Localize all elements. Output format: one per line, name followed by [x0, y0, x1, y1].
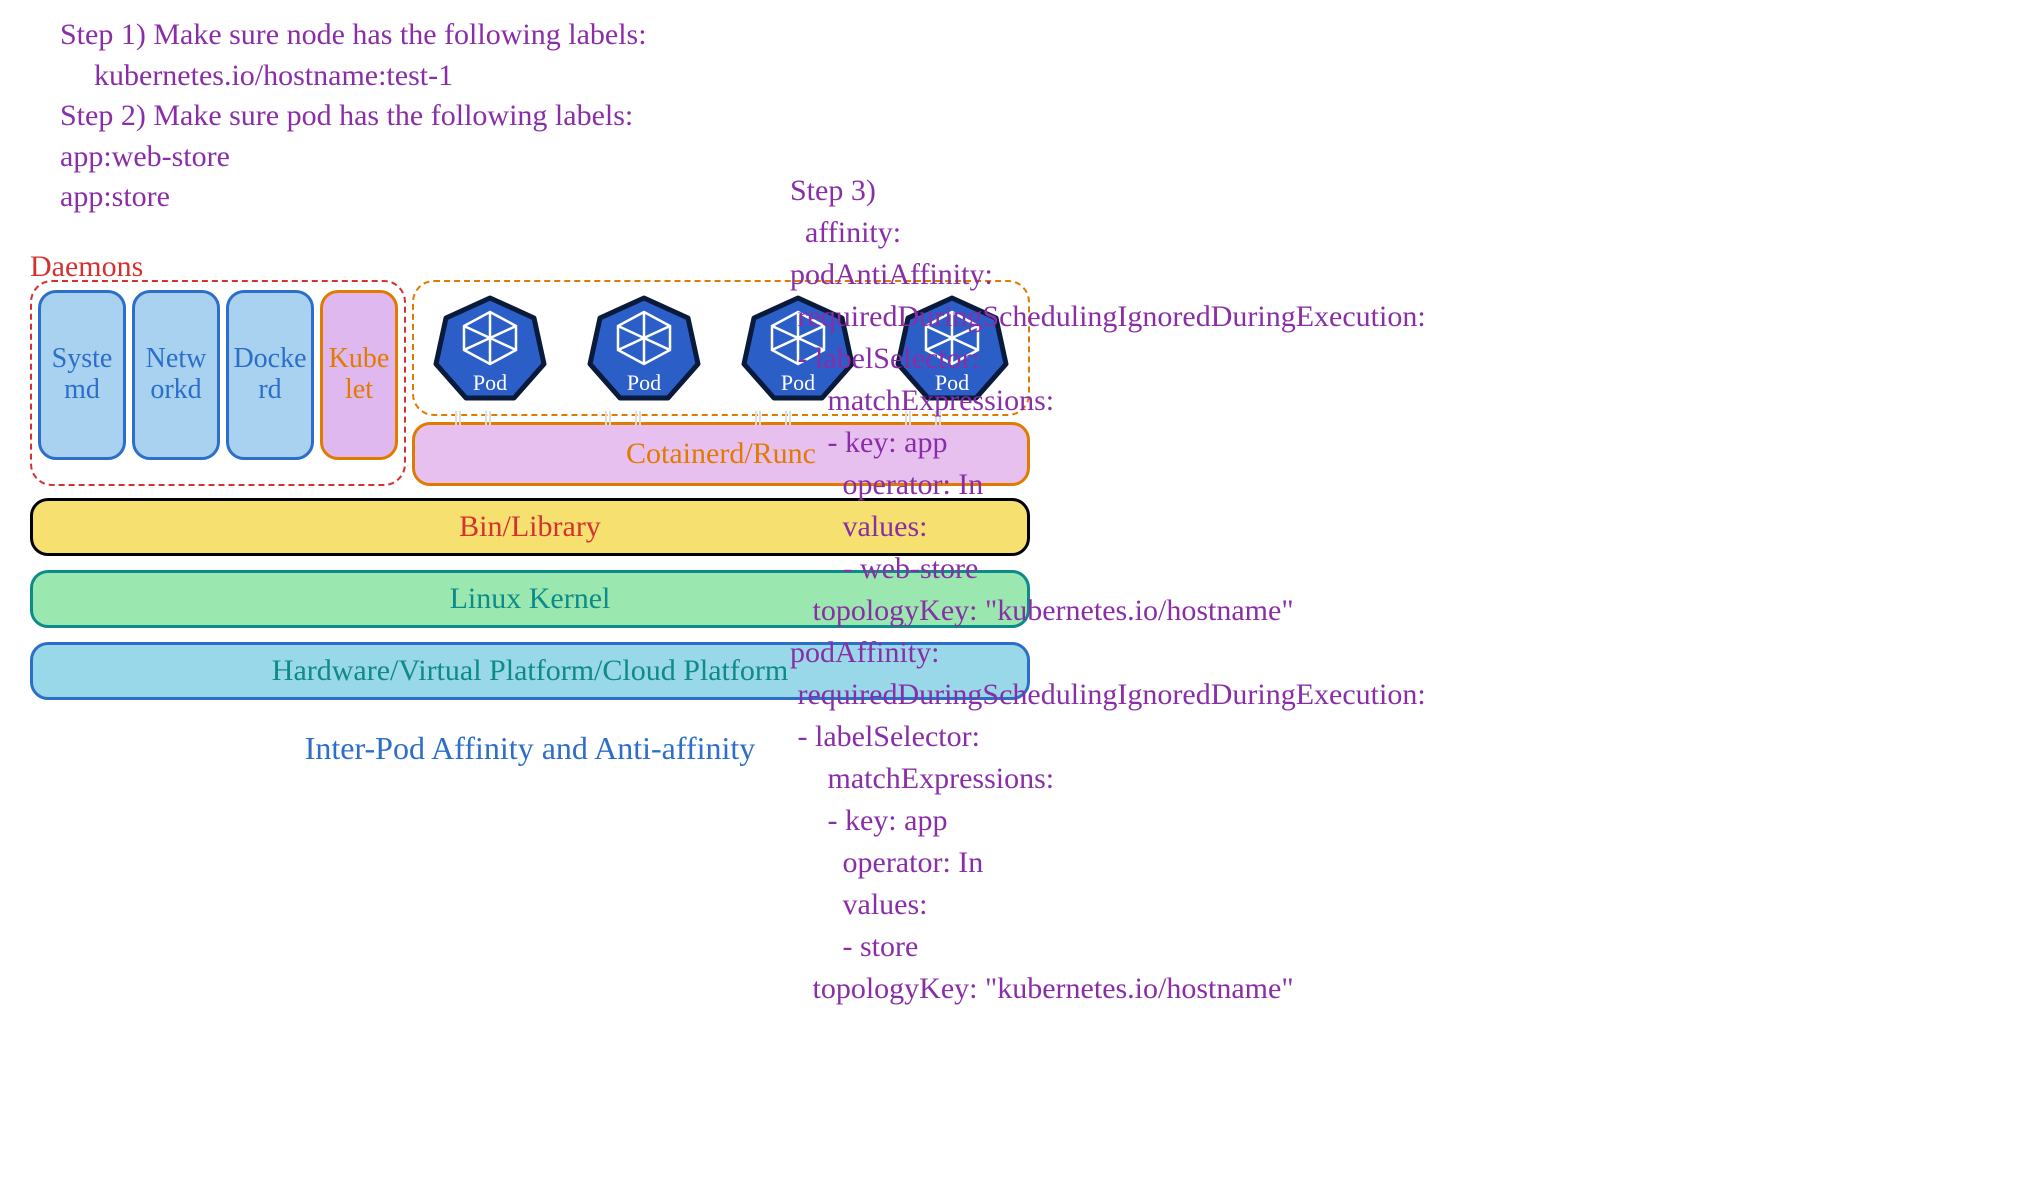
yaml-matchExpr2: matchExpressions: [828, 762, 1055, 795]
daemon-dockerd: Dockerd [226, 290, 314, 460]
yaml-affinity: affinity: [805, 216, 901, 249]
yaml-store: - store [843, 930, 919, 963]
step2-title: Step 2) Make sure pod has the following … [60, 96, 647, 137]
daemons-label: Daemons [30, 250, 143, 284]
yaml-required2: requiredDuringSchedulingIgnoredDuringExe… [798, 678, 1426, 711]
yaml-matchExpr1: matchExpressions: [828, 384, 1055, 417]
svg-text:Pod: Pod [473, 370, 507, 395]
yaml-topokey1: topologyKey: "kubernetes.io/hostname" [813, 594, 1294, 627]
containerd-label: Cotainerd/Runc [626, 437, 816, 471]
yaml-key1: - key: app [828, 426, 948, 459]
daemon-networkd: Networkd [132, 290, 220, 460]
kubelet-box: Kubelet [320, 290, 398, 460]
yaml-labelSelector2: - labelSelector: [798, 720, 980, 753]
daemon-systemd: Systemd [38, 290, 126, 460]
svg-text:Pod: Pod [627, 370, 661, 395]
yaml-values2: values: [843, 888, 928, 921]
yaml-podAffinity: podAffinity: [790, 636, 939, 669]
step1-title: Step 1) Make sure node has the following… [60, 15, 647, 56]
yaml-webstore: - web-store [843, 552, 979, 585]
pod-icon: Pod [430, 294, 550, 402]
step2-label2: app:store [60, 177, 647, 218]
yaml-required1: requiredDuringSchedulingIgnoredDuringExe… [798, 300, 1426, 333]
yaml-block: Step 3) affinity: podAntiAffinity: requi… [790, 170, 1426, 1010]
yaml-step3: Step 3) [790, 174, 876, 207]
yaml-labelSelector1: - labelSelector: [798, 342, 980, 375]
yaml-podAntiAffinity: podAntiAffinity: [790, 258, 993, 291]
yaml-topokey2: topologyKey: "kubernetes.io/hostname" [813, 972, 1294, 1005]
step2-label1: app:web-store [60, 137, 647, 178]
yaml-operator2: operator: In [843, 846, 984, 879]
daemons-group: Systemd Networkd Dockerd Kubelet [30, 280, 406, 486]
steps-block: Step 1) Make sure node has the following… [60, 15, 647, 218]
yaml-values1: values: [843, 510, 928, 543]
step1-label: kubernetes.io/hostname:test-1 [60, 56, 647, 97]
yaml-key2: - key: app [828, 804, 948, 837]
yaml-operator1: operator: In [843, 468, 984, 501]
pod-icon: Pod [584, 294, 704, 402]
